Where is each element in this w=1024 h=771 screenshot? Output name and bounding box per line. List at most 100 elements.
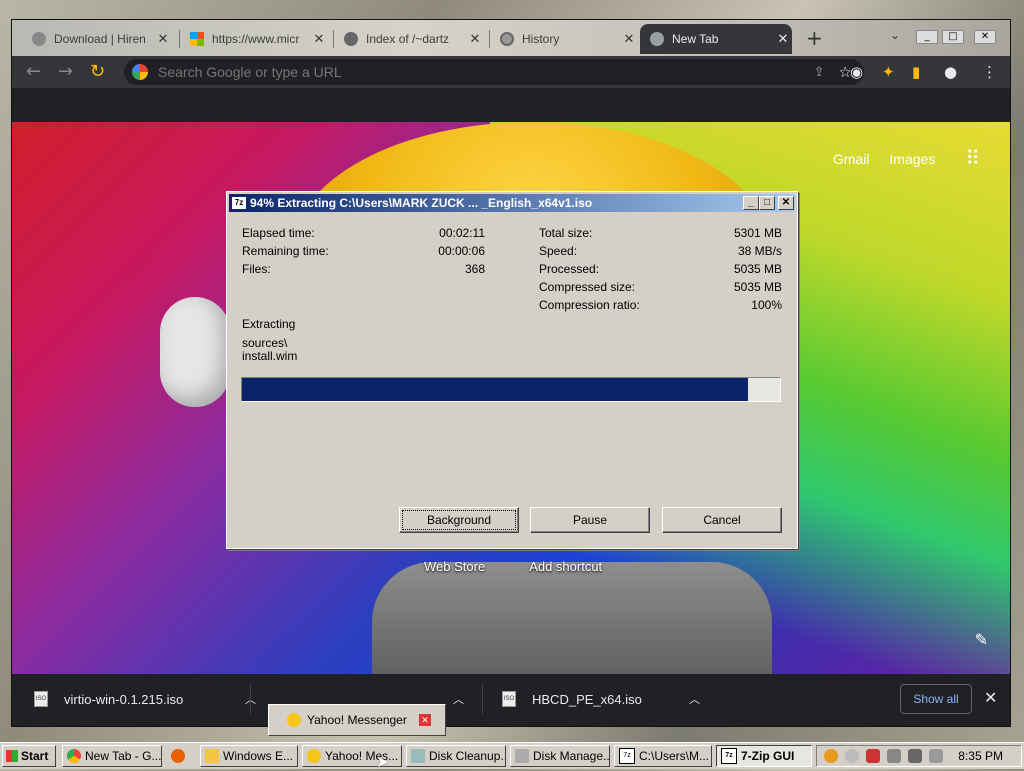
omnibox[interactable]: ⇪ ☆ (124, 59, 864, 85)
total-size-value: 5301 MB (733, 226, 782, 240)
files-value: 368 (464, 262, 485, 276)
volume-icon[interactable] (908, 749, 922, 763)
disk-management-icon (515, 749, 529, 763)
taskbar-item-disk-cleanup[interactable]: Disk Cleanup... (406, 745, 506, 767)
reload-icon[interactable]: ↻ (90, 62, 105, 82)
gmail-link[interactable]: Gmail (833, 151, 870, 167)
cancel-button[interactable]: Cancel (662, 507, 782, 533)
total-size-label: Total size: (539, 226, 593, 240)
minimize-button[interactable]: _ (743, 196, 759, 210)
profile-icon[interactable]: ● (944, 63, 957, 81)
system-tray: 8:35 PM (816, 745, 1022, 767)
taskbar-item-7zip-gui[interactable]: 7z 7-Zip GUI (716, 745, 812, 767)
tab-download-hiren[interactable]: Download | Hiren ✕ (22, 24, 172, 54)
globe-icon (32, 32, 46, 46)
chrome-icon (67, 749, 81, 763)
minimize-button[interactable]: _ (916, 30, 938, 44)
display-icon[interactable] (929, 749, 943, 763)
download-shelf: ISO virtio-win-0.1.215.iso ︿ ︿ ISO HBCD_… (12, 674, 1010, 724)
google-links: Gmail Images ⠿ (833, 146, 980, 171)
chevron-up-icon[interactable]: ︿ (453, 691, 478, 707)
firefox-icon (171, 749, 185, 763)
taskbar-item-chrome[interactable]: New Tab - G... (62, 745, 162, 767)
maximize-button[interactable]: □ (942, 30, 964, 44)
shield-icon[interactable] (866, 749, 880, 763)
search-icon[interactable] (824, 749, 838, 763)
google-icon (132, 64, 148, 80)
clock[interactable]: 8:35 PM (958, 749, 1003, 763)
status-label: Extracting (242, 317, 296, 331)
processed-value: 5035 MB (733, 262, 782, 276)
tab-microsoft[interactable]: https://www.micr ✕ (180, 24, 328, 54)
quicklaunch-firefox[interactable] (166, 745, 196, 767)
close-icon[interactable]: ✕ (154, 31, 172, 47)
smiley-tray-icon[interactable] (845, 749, 859, 763)
compressed-size-value: 5035 MB (733, 280, 782, 294)
elapsed-value: 00:02:11 (439, 226, 485, 240)
mouse-cursor-icon: ➤ (376, 752, 390, 771)
tab-strip: Download | Hiren ✕ https://www.micr ✕ In… (12, 20, 1010, 56)
extract-progress-dialog: 7z 94% Extracting C:\Users\MARK ZUCK ...… (226, 191, 798, 549)
tab-history[interactable]: History ✕ (490, 24, 638, 54)
folder-icon (205, 749, 219, 763)
compression-ratio-label: Compression ratio: (539, 298, 640, 312)
iso-file-icon: ISO (34, 691, 48, 707)
menu-icon[interactable]: ⋮ (982, 63, 997, 81)
microsoft-icon (190, 32, 204, 46)
forward-arrow-icon[interactable]: → (58, 62, 73, 82)
chevron-up-icon[interactable]: ︿ (245, 691, 270, 707)
new-tab-button[interactable]: + (806, 28, 823, 48)
shortcut-web-store[interactable]: Web Store (424, 559, 485, 574)
download-separator (482, 684, 483, 714)
close-icon[interactable]: ✕ (774, 31, 792, 47)
extension-icon[interactable]: ✦ (882, 63, 895, 81)
taskbar-item-explorer[interactable]: Windows E... (200, 745, 298, 767)
speed-value: 38 MB/s (737, 244, 782, 258)
share-icon[interactable]: ⇪ (814, 65, 825, 80)
flag-extension-icon[interactable]: ◉ (850, 63, 863, 81)
shortcuts-row: Web Store Add shortcut (424, 559, 602, 574)
shortcut-add[interactable]: Add shortcut (529, 559, 602, 574)
start-button[interactable]: Start (2, 745, 56, 767)
network-icon[interactable] (887, 749, 901, 763)
back-arrow-icon[interactable]: ← (26, 62, 41, 82)
taskbar-item-7zip-folder[interactable]: 7z C:\Users\M... (614, 745, 712, 767)
download-separator (250, 684, 251, 714)
current-file: install.wim (242, 349, 298, 363)
extract-progress-bar (241, 377, 781, 402)
maximize-button[interactable]: □ (759, 196, 775, 210)
download-item[interactable]: ISO virtio-win-0.1.215.iso ︿ (34, 674, 270, 724)
windows-flag-icon (6, 750, 18, 762)
iso-file-icon: ISO (502, 691, 516, 707)
address-input[interactable] (156, 63, 814, 81)
yahoo-smiley-icon (307, 749, 321, 763)
close-icon[interactable]: ✕ (984, 688, 997, 707)
remaining-label: Remaining time: (242, 244, 329, 258)
tab-search-icon[interactable]: ⌄ (890, 28, 900, 42)
compression-ratio-value: 100% (751, 298, 782, 312)
chevron-up-icon[interactable]: ︿ (689, 691, 714, 707)
pause-button[interactable]: Pause (530, 507, 650, 533)
apps-grid-icon[interactable]: ⠿ (965, 146, 980, 171)
history-icon (500, 32, 514, 46)
7zip-icon: 7z (619, 748, 635, 764)
speed-label: Speed: (539, 244, 578, 258)
close-icon[interactable]: ✕ (620, 31, 638, 47)
download-item[interactable]: ISO HBCD_PE_x64.iso ︿ (502, 674, 714, 724)
taskbar: Start New Tab - G... Windows E... Yahoo!… (0, 742, 1024, 769)
close-button[interactable]: ✕ (778, 196, 794, 210)
close-icon[interactable]: ✕ (419, 714, 431, 726)
tab-new-tab[interactable]: New Tab ✕ (640, 24, 792, 54)
close-icon[interactable]: ✕ (466, 31, 484, 47)
show-all-button[interactable]: Show all (900, 684, 972, 714)
sidepanel-icon[interactable]: ▮ (912, 63, 920, 81)
background-button[interactable]: Background (399, 507, 519, 533)
pencil-icon[interactable]: ✎ (975, 630, 988, 649)
images-link[interactable]: Images (889, 151, 935, 167)
yahoo-messenger-popup[interactable]: Yahoo! Messenger ✕ (268, 704, 446, 736)
window-close-button[interactable]: ✕ (974, 30, 996, 44)
close-icon[interactable]: ✕ (310, 31, 328, 47)
taskbar-item-disk-management[interactable]: Disk Manage... (510, 745, 610, 767)
tab-index-of[interactable]: Index of /~dartz ✕ (334, 24, 484, 54)
doodle-hand (160, 297, 230, 407)
